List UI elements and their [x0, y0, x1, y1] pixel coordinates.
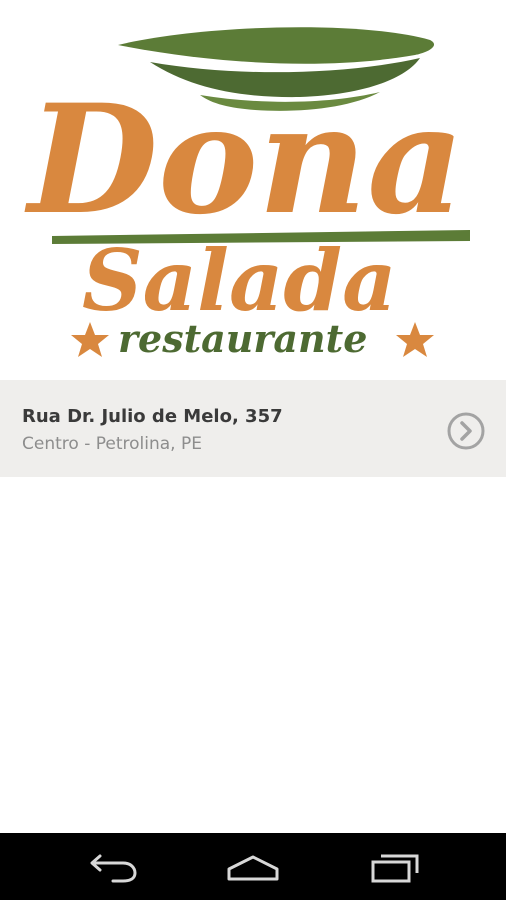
- logo-graphic: Dona Salada restaurante: [22, 27, 470, 361]
- logo-star-right-icon: [396, 322, 434, 357]
- recents-icon[interactable]: [365, 849, 425, 885]
- app-screen: Dona Salada restaurante Rua Dr. Julio de…: [0, 0, 506, 900]
- logo-text-restaurante: restaurante: [118, 316, 367, 361]
- system-navigation-bar: [0, 833, 506, 900]
- home-icon[interactable]: [223, 849, 283, 885]
- logo-bowl-stroke-top: [118, 27, 435, 64]
- restaurant-logo: Dona Salada restaurante: [0, 0, 506, 380]
- logo-text-dona: Dona: [24, 72, 464, 248]
- address-street: Rua Dr. Julio de Melo, 357: [22, 406, 283, 427]
- address-list-item[interactable]: Rua Dr. Julio de Melo, 357 Centro - Petr…: [0, 380, 506, 477]
- back-icon[interactable]: [83, 849, 143, 885]
- chevron-right-circle-icon[interactable]: [446, 411, 486, 451]
- address-city: Centro - Petrolina, PE: [22, 434, 202, 454]
